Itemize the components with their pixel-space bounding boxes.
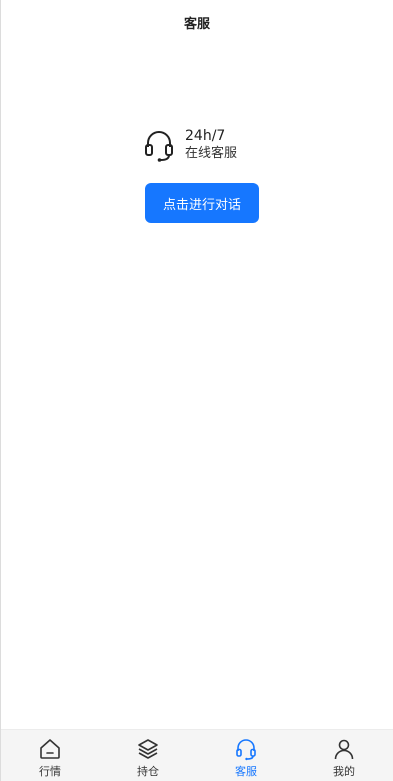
- user-icon: [334, 739, 354, 760]
- tab-profile[interactable]: 我的: [295, 730, 393, 781]
- tab-label: 行情: [39, 765, 61, 778]
- tab-label: 客服: [235, 765, 257, 778]
- tab-label: 我的: [333, 765, 355, 778]
- service-text: 24h/7 在线客服: [185, 127, 237, 163]
- headset-icon: [236, 739, 256, 761]
- service-label: 在线客服: [185, 146, 238, 161]
- home-icon: [40, 739, 60, 759]
- tab-positions[interactable]: 持仓: [99, 730, 197, 781]
- customer-service-page: 客服 24h/7 在线客服 点击进行对话 行情 持仓 客服 我的: [0, 0, 393, 781]
- bottom-tab-bar: 行情 持仓 客服 我的: [1, 729, 393, 781]
- start-chat-button[interactable]: 点击进行对话: [145, 183, 259, 223]
- tab-market[interactable]: 行情: [1, 730, 99, 781]
- headset-icon: [145, 131, 173, 162]
- header: 客服: [1, 0, 393, 44]
- tab-customer-service[interactable]: 客服: [197, 730, 295, 781]
- page-title: 客服: [183, 16, 210, 32]
- service-hours: 24h/7: [185, 128, 226, 144]
- tab-label: 持仓: [137, 765, 159, 778]
- online-service-card: 24h/7 在线客服: [144, 127, 237, 163]
- layers-icon: [138, 739, 158, 759]
